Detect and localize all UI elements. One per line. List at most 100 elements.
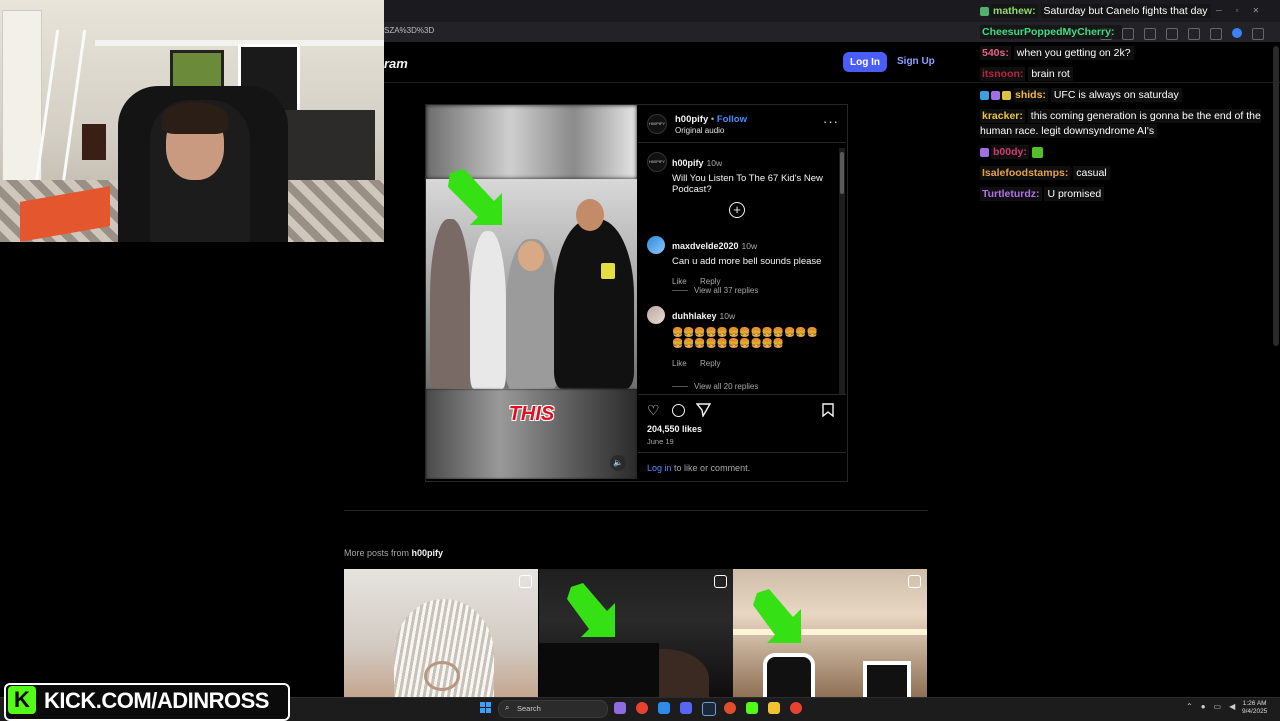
chat-username: itsnoon: [980,67,1026,81]
chat-username: kracker: [980,109,1025,123]
video-blur-top [426,105,637,179]
more-options-icon[interactable]: ··· [823,114,839,129]
more-posts-heading: More posts from h00pify [344,548,443,558]
login-prompt-link[interactable]: Log in [647,463,672,473]
discord-icon[interactable] [680,702,692,714]
chat-username: b00dy: [991,145,1029,159]
comment-icon[interactable] [672,404,685,417]
crowd-face [518,241,544,271]
chat-message: shids: UFC is always on saturday [980,88,1270,103]
login-button[interactable]: Log In [843,52,887,72]
system-tray: ⌃ ● ▭ ◀ [1186,702,1235,711]
search-placeholder: Search [517,704,541,713]
comment-author[interactable]: maxdvelde2020 [672,241,739,251]
kick-logo-icon: K [8,686,36,714]
load-more-comments-icon[interactable]: + [729,202,745,218]
commenter-avatar[interactable] [647,236,665,254]
chat-message: CheesurPoppedMyCherry: [980,25,1270,40]
chat-text: brain rot [1028,67,1073,81]
chat-message: mathew: Saturday but Canelo fights that … [980,4,1270,19]
chat-username: mathew: [991,4,1038,18]
comment-author[interactable]: duhhlakey [672,311,717,321]
chat-text: UFC is always on saturday [1050,88,1182,102]
post-video[interactable]: THIS 🔈 [426,105,637,479]
like-count[interactable]: 204,550 likes [647,424,702,434]
taskbar-clock[interactable]: 1:26 AM 9/4/2025 [1242,700,1267,716]
chat-message: kracker: this coming generation is gonna… [980,109,1270,139]
webcam-streamer-hair [162,102,228,134]
chat-badge-icon [991,90,1000,100]
webcam-painting [82,124,106,160]
crowd-face [576,199,604,231]
network-icon[interactable]: ▭ [1214,702,1222,711]
chat-message: Turtleturdz: U promised [980,187,1270,202]
more-posts-author[interactable]: h00pify [412,548,444,558]
copilot-icon[interactable] [614,702,626,714]
view-replies-link[interactable]: View all 20 replies [672,382,758,391]
section-divider [344,510,928,511]
author-name[interactable]: h00pify [675,114,708,125]
follow-link[interactable]: Follow [717,114,747,125]
login-divider [638,452,846,453]
like-heart-icon[interactable]: ♡ [647,402,660,419]
windows-start-icon[interactable] [480,702,491,713]
page-scrollbar[interactable] [1273,46,1279,346]
reel-icon [714,575,727,588]
more-post-thumbnail[interactable] [733,569,927,697]
reel-icon [519,575,532,588]
comment-text: 🍔🍔🍔🍔🍔🍔🍔🍔🍔🍔🍔🍔🍔 🍔🍔🍔🍔🍔🍔🍔🍔🍔🍔 [672,327,818,348]
more-post-thumbnail[interactable] [344,569,538,697]
steam-icon[interactable] [702,702,716,716]
signup-link[interactable]: Sign Up [897,56,935,67]
chrome-icon[interactable] [636,702,648,714]
view-replies-link[interactable]: View all 37 replies [672,286,758,295]
search-icon: ⌕ [505,703,510,712]
chat-badge-icon [980,147,989,157]
brand-logo[interactable]: ram [384,56,408,71]
chrome-icon[interactable] [790,702,802,714]
url-text[interactable]: SZA%3D%3D [384,26,434,35]
volume-icon[interactable]: ◀ [1229,702,1235,711]
chevron-up-icon[interactable]: ⌃ [1186,702,1193,711]
audio-label[interactable]: Original audio [675,126,724,135]
caption-block: h00pify 10w Will You Listen To The 67 Kid… [672,153,832,195]
chat-username: Turtleturdz: [980,187,1042,201]
thumbnail-number-sign [863,661,911,697]
comment-like-button[interactable]: Like [672,359,687,368]
kick-icon[interactable] [746,702,758,714]
green-arrow-icon [753,589,801,643]
file-explorer-icon[interactable] [768,702,780,714]
caption-avatar[interactable]: H00PIFY [647,152,667,172]
taskbar-search[interactable]: ⌕ Search [498,700,608,718]
commenter-avatar[interactable] [647,306,665,324]
edge-icon[interactable] [658,702,670,714]
crowd-person [470,231,506,389]
bookmark-save-icon[interactable] [822,403,834,417]
chat-username: shids: [1013,88,1048,102]
comment-reply-button[interactable]: Reply [700,277,720,286]
comment-time: 10w [741,241,758,251]
header-divider [638,142,846,143]
chat-message: itsnoon: brain rot [980,67,1270,82]
chat-emote-icon [1031,146,1043,158]
chat-username: 540s: [980,46,1011,60]
chat-text: U promised [1044,187,1105,201]
shirt-graphic [601,263,615,279]
chat-message: 540s: when you getting on 2k? [980,46,1270,61]
comments-scroll-thumb[interactable] [840,152,844,194]
comment-reply-button[interactable]: Reply [700,359,720,368]
login-prompt: Log in to like or comment. [647,463,750,473]
mic-icon[interactable]: ● [1201,702,1206,711]
video-crowd-frame [426,169,637,389]
author-avatar[interactable]: H00PIFY [647,114,667,134]
chat-message: Isalefoodstamps: casual [980,166,1270,181]
caption-text: Will You Listen To The 67 Kid's New Podc… [672,173,823,195]
comment-text: Can u add more bell sounds please [672,256,822,267]
mute-button[interactable]: 🔈 [610,455,626,471]
comment-like-button[interactable]: Like [672,277,687,286]
share-icon[interactable] [696,403,711,417]
caption-author[interactable]: h00pify [672,158,704,168]
app-icon[interactable] [724,702,736,714]
separator-dot: • [710,114,715,125]
more-post-thumbnail[interactable] [539,569,733,697]
